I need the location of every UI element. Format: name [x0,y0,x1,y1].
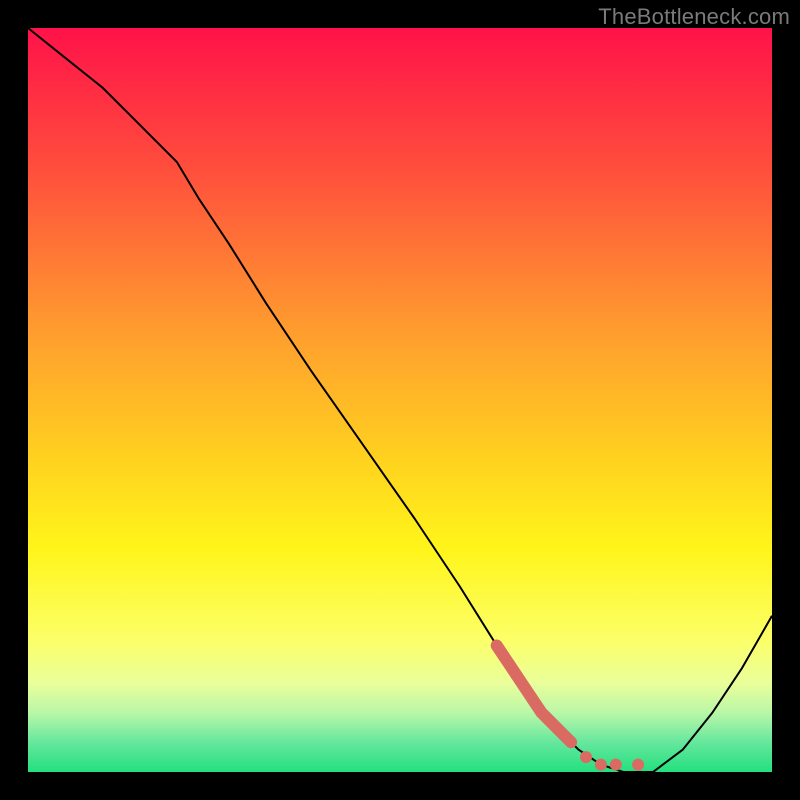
attribution-label: TheBottleneck.com [598,4,790,30]
chart-svg [28,28,772,772]
chart-container: TheBottleneck.com [0,0,800,800]
plot-area [28,28,772,772]
highlight-dots [497,646,644,771]
curve-line [28,28,772,772]
